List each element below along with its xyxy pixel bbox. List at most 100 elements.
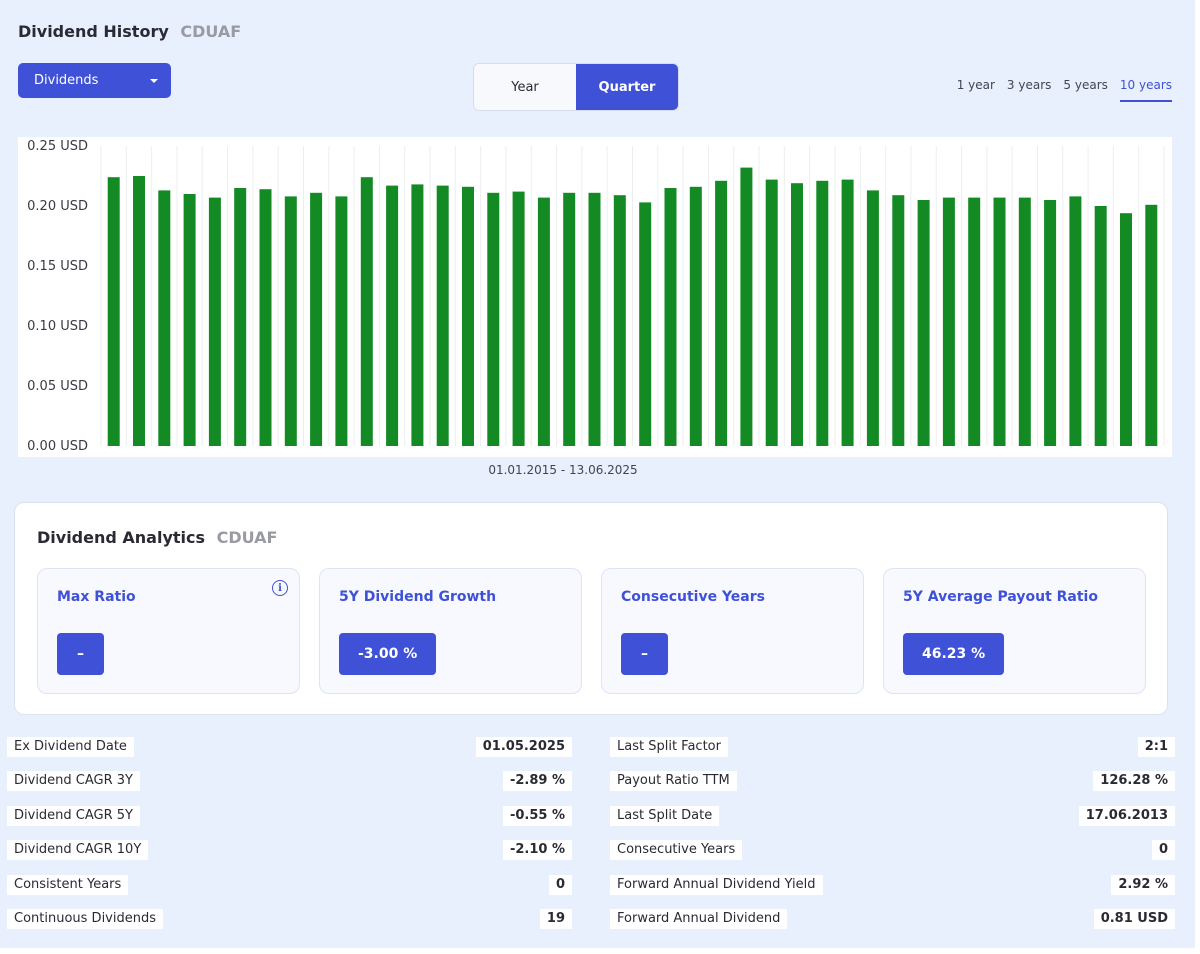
metric-label: 5Y Average Payout Ratio xyxy=(903,589,1098,605)
metric-dropdown-value: Dividends xyxy=(34,73,99,88)
dividend-bar[interactable] xyxy=(386,185,399,446)
stat-label: Consistent Years xyxy=(7,875,129,895)
dividend-bar[interactable] xyxy=(436,185,449,446)
stat-value: -2.10 % xyxy=(502,840,572,860)
dividend-bar[interactable] xyxy=(917,200,930,446)
dividend-bar[interactable] xyxy=(158,190,171,446)
metric-value: – xyxy=(621,633,668,675)
stat-value: -2.89 % xyxy=(502,771,572,791)
dividend-bar[interactable] xyxy=(1044,200,1057,446)
dividend-bar[interactable] xyxy=(841,179,854,446)
stat-label: Dividend CAGR 3Y xyxy=(7,771,140,791)
stat-label: Payout Ratio TTM xyxy=(610,771,737,791)
stat-value: 0 xyxy=(1151,840,1175,860)
period-toggle: Year Quarter xyxy=(473,63,679,111)
dividend-bar[interactable] xyxy=(689,186,702,447)
page-title: Dividend History CDUAF xyxy=(18,22,241,41)
stat-label: Forward Annual Dividend xyxy=(610,909,788,929)
y-tick-label: 0.10 USD xyxy=(27,319,88,334)
stat-label: Forward Annual Dividend Yield xyxy=(610,875,823,895)
metric-dropdown[interactable]: Dividends xyxy=(18,63,171,98)
dividend-bar[interactable] xyxy=(512,191,525,446)
dividend-bar[interactable] xyxy=(563,192,576,446)
info-icon[interactable]: i xyxy=(272,580,288,596)
dividend-bar[interactable] xyxy=(1094,206,1107,446)
dividend-bar[interactable] xyxy=(791,183,803,446)
dividend-bar[interactable] xyxy=(968,197,981,446)
metric-label: Consecutive Years xyxy=(621,589,765,605)
stat-label: Dividend CAGR 10Y xyxy=(7,840,149,860)
dividend-bar[interactable] xyxy=(613,195,626,446)
stat-label: Last Split Factor xyxy=(610,737,728,757)
range-1-year[interactable]: 1 year xyxy=(957,78,995,102)
dividend-bar[interactable] xyxy=(107,177,120,446)
dividend-bar[interactable] xyxy=(664,188,677,446)
y-tick-label: 0.25 USD xyxy=(27,139,88,154)
dividend-bar[interactable] xyxy=(993,197,1006,446)
toggle-year-button[interactable]: Year xyxy=(474,64,576,110)
dividend-bar[interactable] xyxy=(487,192,500,446)
y-tick-label: 0.20 USD xyxy=(27,199,88,214)
metric-card-5y-average-payout-ratio: 5Y Average Payout Ratio 46.23 % xyxy=(883,568,1146,694)
dividend-bar[interactable] xyxy=(335,196,348,446)
dividend-bar[interactable] xyxy=(133,176,145,446)
dividend-bar[interactable] xyxy=(537,197,550,446)
stat-value: 126.28 % xyxy=(1093,771,1175,791)
stat-label: Continuous Dividends xyxy=(7,909,163,929)
stat-value: 17.06.2013 xyxy=(1078,806,1175,826)
toggle-quarter-button[interactable]: Quarter xyxy=(576,64,678,110)
range-3-years[interactable]: 3 years xyxy=(1007,78,1051,102)
chevron-down-icon xyxy=(150,79,158,83)
dividend-bar[interactable] xyxy=(866,190,879,446)
dividend-bar[interactable] xyxy=(892,195,905,446)
stat-value: 01.05.2025 xyxy=(475,737,572,757)
y-tick-label: 0.00 USD xyxy=(27,439,88,454)
metric-card-5y-dividend-growth: 5Y Dividend Growth -3.00 % xyxy=(319,568,582,694)
page-title-ticker: CDUAF xyxy=(180,22,242,41)
range-10-years[interactable]: 10 years xyxy=(1119,78,1172,102)
chart-date-range: 01.01.2015 - 13.06.2025 xyxy=(488,463,638,477)
metric-card-consecutive-years: Consecutive Years – xyxy=(601,568,864,694)
dividend-chart-svg: 0.25 USD 0.20 USD 0.15 USD 0.10 USD 0.05 USD… xyxy=(27,139,1165,454)
dividend-bar[interactable] xyxy=(208,197,221,446)
dividend-bar[interactable] xyxy=(765,179,778,446)
analytics-heading-ticker: CDUAF xyxy=(216,528,278,547)
stat-label: Consecutive Years xyxy=(610,840,743,860)
metric-value: -3.00 % xyxy=(339,633,437,675)
dividend-bar[interactable] xyxy=(259,189,272,446)
metric-label: 5Y Dividend Growth xyxy=(339,589,497,605)
stat-value: 2.92 % xyxy=(1111,875,1175,895)
stat-value: 0 xyxy=(548,875,572,895)
dividend-bar[interactable] xyxy=(715,180,728,447)
dividend-bar[interactable] xyxy=(740,167,753,446)
dividend-bar[interactable] xyxy=(1120,213,1132,446)
dividend-analytics-card: Dividend Analytics CDUAF Max Ratio i – 5… xyxy=(14,502,1168,715)
stat-label: Dividend CAGR 5Y xyxy=(7,806,140,826)
dividend-bar[interactable] xyxy=(411,184,424,446)
stat-value: 19 xyxy=(539,909,572,929)
range-5-years[interactable]: 5 years xyxy=(1063,78,1107,102)
dividend-bar[interactable] xyxy=(183,194,196,446)
stat-value: 0.81 USD xyxy=(1093,909,1175,929)
page-title-text: Dividend History xyxy=(18,22,169,41)
dividend-bar[interactable] xyxy=(588,192,601,446)
dividend-bar[interactable] xyxy=(360,177,373,446)
dividend-bar[interactable] xyxy=(1145,204,1158,446)
stat-label: Last Split Date xyxy=(610,806,720,826)
dividend-bar[interactable] xyxy=(1069,196,1082,446)
dividend-bar[interactable] xyxy=(310,192,323,446)
stat-value: -0.55 % xyxy=(502,806,572,826)
analytics-heading-text: Dividend Analytics xyxy=(37,528,206,547)
dividend-bar[interactable] xyxy=(816,180,829,447)
dividend-bar[interactable] xyxy=(462,186,474,447)
metric-value: – xyxy=(57,633,104,675)
y-tick-label: 0.05 USD xyxy=(27,379,88,394)
dividend-bar[interactable] xyxy=(1018,197,1031,446)
dividend-bar[interactable] xyxy=(284,196,297,446)
y-tick-label: 0.15 USD xyxy=(27,259,88,274)
analytics-heading: Dividend Analytics CDUAF xyxy=(37,528,277,547)
metric-value: 46.23 % xyxy=(903,633,1005,675)
dividend-bar[interactable] xyxy=(639,202,652,446)
dividend-bar[interactable] xyxy=(234,188,247,446)
dividend-bar[interactable] xyxy=(942,197,955,446)
